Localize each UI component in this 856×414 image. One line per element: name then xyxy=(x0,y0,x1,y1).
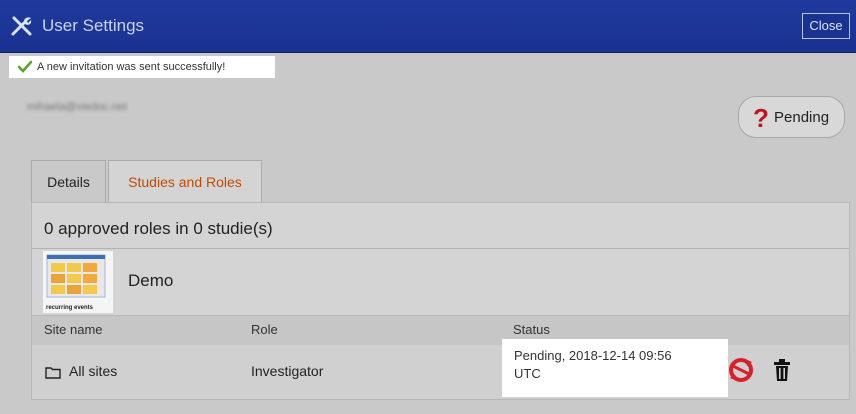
study-thumbnail-graphic xyxy=(46,254,106,298)
study-thumbnail-caption: recurring events xyxy=(46,305,94,311)
status-text-line2: UTC xyxy=(514,366,541,381)
notice-message: A new invitation was sent successfully! xyxy=(37,61,226,73)
tab-studies-and-roles[interactable]: Studies and Roles xyxy=(108,160,262,202)
pending-status-button[interactable]: ? Pending xyxy=(738,96,845,138)
window-title: User Settings xyxy=(42,16,145,35)
tools-icon xyxy=(11,16,32,36)
tab-details[interactable]: Details xyxy=(31,160,106,202)
studies-roles-panel: 0 approved roles in 0 studie(s) recurrin… xyxy=(31,202,850,400)
checkmark-icon xyxy=(18,60,32,73)
role-name: Investigator xyxy=(251,363,324,379)
divider xyxy=(32,248,849,249)
site-name: All sites xyxy=(69,363,118,379)
title-bar: User Settings Close xyxy=(0,0,856,53)
status-cell: Pending, 2018-12-14 09:56 UTC xyxy=(502,339,728,397)
column-header-site: Site name xyxy=(44,322,103,337)
folder-icon xyxy=(45,367,61,379)
study-thumbnail: recurring events xyxy=(43,251,113,313)
status-text-line1: Pending, 2018-12-14 09:56 xyxy=(514,348,672,363)
delete-icon[interactable] xyxy=(774,358,790,382)
column-header-status: Status xyxy=(513,322,550,337)
study-name: Demo xyxy=(128,271,174,290)
user-email: mihaela@viedoc.net xyxy=(27,101,127,113)
close-button[interactable]: Close xyxy=(802,13,850,39)
pending-status-label: Pending xyxy=(774,109,830,126)
column-header-role: Role xyxy=(251,322,278,337)
approved-roles-summary: 0 approved roles in 0 studie(s) xyxy=(44,219,273,238)
resend-invitation-icon[interactable] xyxy=(728,357,754,383)
question-mark-icon: ? xyxy=(753,103,769,133)
success-notice: A new invitation was sent successfully! xyxy=(9,56,275,78)
table-row: All sites Investigator Pending, 2018-12-… xyxy=(32,339,849,399)
